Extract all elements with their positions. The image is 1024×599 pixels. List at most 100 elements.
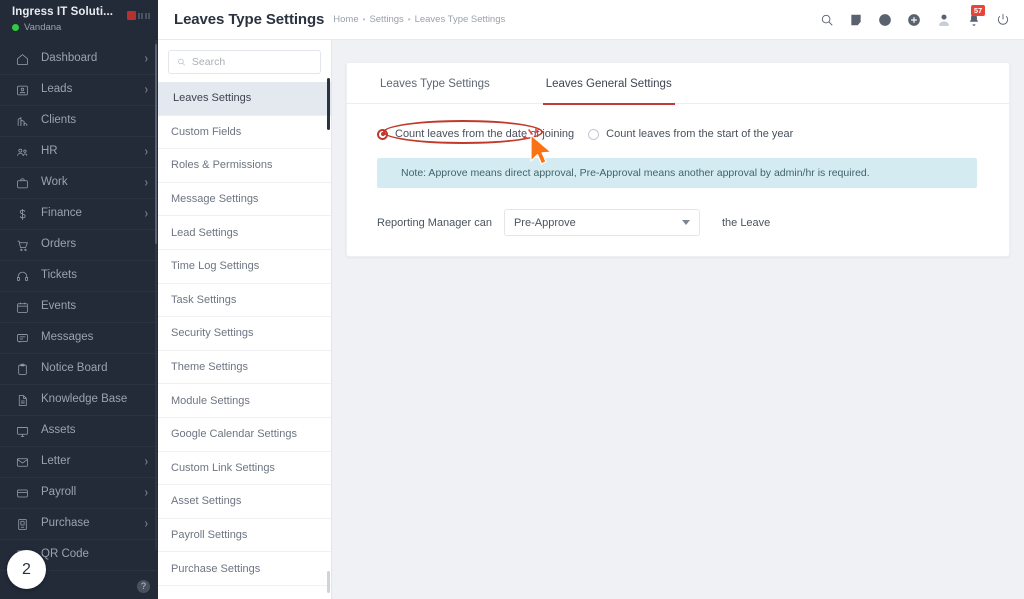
sidebar-item-hr[interactable]: HR ›: [0, 137, 158, 168]
radio-indicator-start-of-year[interactable]: [588, 128, 600, 140]
sidebar-item-label: Tickets: [41, 269, 77, 282]
sidebar-item-purchase[interactable]: Purchase ›: [0, 509, 158, 540]
sidebar-scrollbar-thumb[interactable]: [155, 44, 157, 244]
sidebar-item-letter[interactable]: Letter ›: [0, 447, 158, 478]
dollar-icon: [14, 206, 30, 222]
tab-leaves-type-settings[interactable]: Leaves Type Settings: [377, 64, 493, 105]
settings-scrollbar-thumb-lower[interactable]: [327, 571, 330, 593]
settings-search-box[interactable]: [168, 50, 321, 74]
chevron-right-icon: ›: [144, 83, 148, 97]
sidebar-item-label: Messages: [41, 331, 94, 344]
note-icon[interactable]: [848, 12, 863, 27]
chevron-right-icon: ›: [144, 52, 148, 66]
sidebar-item-payroll[interactable]: Payroll ›: [0, 478, 158, 509]
user-avatar[interactable]: [935, 11, 952, 28]
sidebar-item-notice-board[interactable]: Notice Board: [0, 354, 158, 385]
settings-search-input[interactable]: [191, 56, 312, 68]
reporting-manager-label: Reporting Manager can: [377, 216, 492, 229]
help-icon[interactable]: ?: [137, 580, 150, 593]
sidebar-item-tickets[interactable]: Tickets: [0, 261, 158, 292]
chevron-down-icon: [681, 220, 690, 225]
settings-item-purchase-settings[interactable]: Purchase Settings: [158, 552, 331, 586]
settings-item-theme-settings[interactable]: Theme Settings: [158, 351, 331, 385]
main-content: Leaves Type Settings Leaves General Setti…: [332, 40, 1024, 599]
search-icon[interactable]: [819, 12, 834, 27]
radio-indicator-date-of-joining[interactable]: [377, 128, 388, 140]
breadcrumb-separator: •: [407, 15, 411, 24]
headset-icon: [14, 268, 30, 284]
wallet-icon: [14, 485, 30, 501]
settings-item-module-settings[interactable]: Module Settings: [158, 384, 331, 418]
breadcrumb-separator: •: [362, 15, 366, 24]
content-row: Leaves SettingsCustom FieldsRoles & Perm…: [158, 40, 1024, 599]
leaves-settings-card: Leaves Type Settings Leaves General Setti…: [346, 62, 1010, 257]
card-body: Count leaves from the date of joining Co…: [347, 104, 1009, 256]
sidebar-item-label: Knowledge Base: [41, 393, 128, 406]
sidebar-item-label: Work: [41, 176, 68, 189]
sidebar-item-label: Payroll: [41, 486, 77, 499]
sidebar-item-leads[interactable]: Leads ›: [0, 75, 158, 106]
sidebar-item-orders[interactable]: Orders: [0, 230, 158, 261]
main-region: Leaves Type Settings Home • Settings • Leave…: [158, 0, 1024, 599]
sidebar-item-clients[interactable]: Clients: [0, 106, 158, 137]
chat-icon: [14, 330, 30, 346]
online-status-dot: [12, 24, 19, 31]
reporting-manager-select[interactable]: Pre-Approve: [503, 209, 700, 236]
tab-leaves-general-settings[interactable]: Leaves General Settings: [542, 64, 675, 105]
step-badge: 2: [7, 550, 46, 589]
settings-item-message-settings[interactable]: Message Settings: [158, 183, 331, 217]
settings-item-custom-link-settings[interactable]: Custom Link Settings: [158, 452, 331, 486]
settings-item-asset-settings[interactable]: Asset Settings: [158, 485, 331, 519]
plus-circle-icon[interactable]: [906, 12, 921, 27]
power-icon[interactable]: [995, 12, 1010, 27]
radio-option-start-of-year[interactable]: Count leaves from the start of the year: [588, 128, 793, 140]
user-name: Vandana: [24, 22, 62, 33]
sidebar-item-dashboard[interactable]: Dashboard ›: [0, 44, 158, 75]
sidebar-item-label: Orders: [41, 238, 77, 251]
settings-search-wrap: [158, 40, 331, 82]
settings-item-security-settings[interactable]: Security Settings: [158, 317, 331, 351]
search-icon: [178, 58, 185, 66]
sidebar-item-label: Finance: [41, 207, 82, 220]
topbar-icons: 57: [819, 5, 1010, 28]
settings-scrollbar-thumb[interactable]: [327, 78, 330, 130]
reporting-manager-suffix: the Leave: [721, 216, 771, 229]
sidebar-item-finance[interactable]: Finance ›: [0, 199, 158, 230]
sidebar-item-label: Notice Board: [41, 362, 108, 375]
home-icon: [14, 51, 30, 67]
breadcrumb-item[interactable]: Home: [333, 14, 358, 25]
sidebar-item-messages[interactable]: Messages: [0, 323, 158, 354]
radio-option-date-of-joining[interactable]: Count leaves from the date of joining: [377, 128, 574, 140]
settings-item-lead-settings[interactable]: Lead Settings: [158, 216, 331, 250]
chevron-right-icon: ›: [144, 145, 148, 159]
page-title: Leaves Type Settings: [174, 11, 325, 28]
current-user: Vandana: [12, 22, 158, 33]
settings-item-payroll-settings[interactable]: Payroll Settings: [158, 519, 331, 553]
top-bar: Leaves Type Settings Home • Settings • Leave…: [158, 0, 1024, 40]
settings-item-google-calendar-settings[interactable]: Google Calendar Settings: [158, 418, 331, 452]
chevron-right-icon: ›: [144, 517, 148, 531]
sidebar-item-knowledge-base[interactable]: Knowledge Base: [0, 385, 158, 416]
logo-square-icon: [126, 11, 136, 20]
purchase-icon: [14, 516, 30, 532]
sidebar-item-assets[interactable]: Assets: [0, 416, 158, 447]
sidebar-item-label: Assets: [41, 424, 76, 437]
bell-icon[interactable]: 57: [966, 5, 985, 27]
company-logo: [126, 11, 150, 20]
sidebar-item-label: Events: [41, 300, 77, 313]
clipboard-icon: [14, 361, 30, 377]
clock-icon[interactable]: [877, 12, 892, 27]
sidebar-item-work[interactable]: Work ›: [0, 168, 158, 199]
chevron-right-icon: ›: [144, 207, 148, 221]
settings-item-leaves-settings[interactable]: Leaves Settings: [158, 82, 331, 116]
leads-icon: [14, 82, 30, 98]
settings-item-time-log-settings[interactable]: Time Log Settings: [158, 250, 331, 284]
sidebar-item-events[interactable]: Events: [0, 292, 158, 323]
breadcrumb-item[interactable]: Settings: [369, 14, 403, 25]
briefcase-icon: [14, 175, 30, 191]
settings-item-roles-permissions[interactable]: Roles & Permissions: [158, 149, 331, 183]
settings-item-task-settings[interactable]: Task Settings: [158, 284, 331, 318]
breadcrumb: Home • Settings • Leaves Type Settings: [333, 14, 505, 25]
settings-item-custom-fields[interactable]: Custom Fields: [158, 116, 331, 150]
hr-people-icon: [14, 144, 30, 160]
